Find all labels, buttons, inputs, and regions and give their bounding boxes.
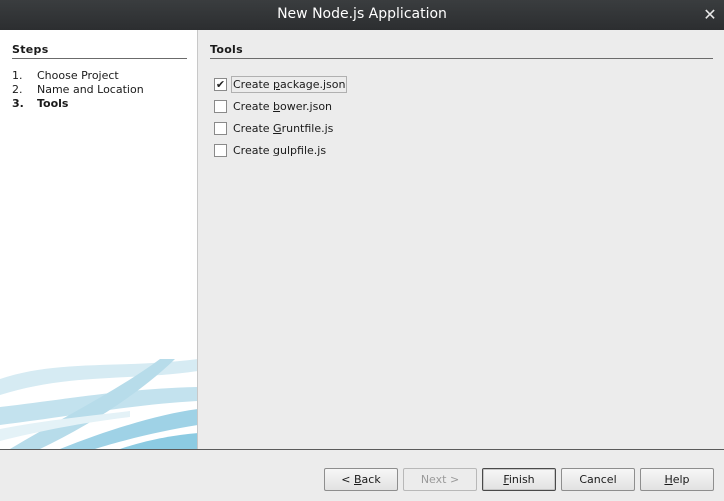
- steps-panel: Steps 1. Choose Project 2. Name and Locati…: [0, 30, 198, 449]
- step-number: 1.: [12, 69, 23, 82]
- create-package-json-checkbox[interactable]: ✔: [214, 77, 227, 91]
- window-title: New Node.js Application: [277, 6, 447, 22]
- create-bower-json-label[interactable]: Create bower.json: [231, 98, 334, 115]
- tools-panel: Tools ✔ Create package.json Create bower…: [199, 30, 724, 449]
- steps-list: 1. Choose Project 2. Name and Location 3. T…: [12, 69, 144, 111]
- step-item: 1. Choose Project: [12, 69, 144, 83]
- step-label: Name and Location: [37, 83, 144, 96]
- create-gulpfile-label[interactable]: Create gulpfile.js: [231, 142, 328, 159]
- create-gulpfile-checkbox[interactable]: [214, 143, 227, 157]
- step-label: Tools: [37, 97, 69, 110]
- create-gulpfile-option[interactable]: Create gulpfile.js: [214, 139, 347, 161]
- title-bar: New Node.js Application ✕: [0, 0, 724, 30]
- button-bar: < Back Next > Finish Cancel Help: [0, 450, 724, 501]
- tools-heading: Tools: [210, 43, 713, 59]
- create-package-json-option[interactable]: ✔ Create package.json: [214, 73, 348, 95]
- create-bower-json-option[interactable]: Create bower.json: [214, 95, 347, 117]
- create-bower-json-checkbox[interactable]: [214, 99, 227, 113]
- close-icon[interactable]: ✕: [702, 5, 718, 25]
- create-gruntfile-option[interactable]: Create Gruntfile.js: [214, 117, 347, 139]
- create-gruntfile-checkbox[interactable]: [214, 121, 227, 135]
- next-button[interactable]: Next >: [403, 468, 477, 491]
- create-package-json-label[interactable]: Create package.json: [231, 75, 348, 93]
- step-item-current: 3. Tools: [12, 97, 144, 111]
- wizard-swoosh-graphic: [0, 359, 197, 449]
- back-button[interactable]: < Back: [324, 468, 398, 491]
- help-button[interactable]: Help: [640, 468, 714, 491]
- finish-button[interactable]: Finish: [482, 468, 556, 491]
- cancel-button[interactable]: Cancel: [561, 468, 635, 491]
- step-number: 2.: [12, 83, 23, 96]
- tools-options: ✔ Create package.json Create bower.json …: [214, 73, 348, 161]
- steps-heading: Steps: [12, 43, 187, 59]
- step-item: 2. Name and Location: [12, 83, 144, 97]
- step-number: 3.: [12, 97, 24, 110]
- create-gruntfile-label[interactable]: Create Gruntfile.js: [231, 120, 335, 137]
- step-label: Choose Project: [37, 69, 119, 82]
